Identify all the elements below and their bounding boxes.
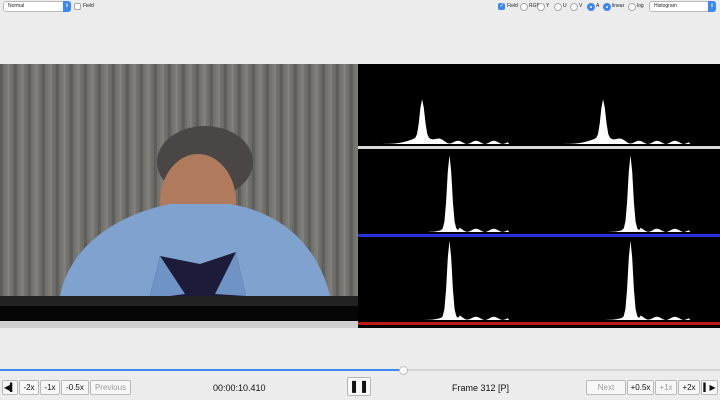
timecode: 00:00:10.410 bbox=[213, 383, 266, 393]
v-radio[interactable] bbox=[570, 3, 578, 11]
y-label: Y bbox=[546, 3, 550, 9]
rgb-radio[interactable] bbox=[520, 3, 528, 11]
histogram-red-4 bbox=[364, 240, 535, 320]
step-back-button[interactable]: ◀▍ bbox=[2, 380, 18, 395]
histogram-red-5 bbox=[545, 240, 716, 320]
speed-plus-half-button[interactable]: +0.5x bbox=[627, 380, 654, 395]
u-radio[interactable] bbox=[554, 3, 562, 11]
histogram-scale-bar bbox=[539, 146, 720, 149]
speed-minus-1x-button[interactable]: -1x bbox=[40, 380, 60, 395]
histogram-grid bbox=[358, 99, 720, 325]
field-label-right: Field bbox=[507, 3, 518, 9]
previous-button[interactable]: Previous bbox=[90, 380, 131, 395]
chevron-updown-icon: ⇕ bbox=[63, 1, 71, 12]
timeline-handle[interactable] bbox=[399, 366, 409, 375]
speed-plus-2x-button[interactable]: +2x bbox=[678, 380, 700, 395]
step-forward-button[interactable]: ▍▶ bbox=[701, 380, 718, 395]
pause-button[interactable]: ❚❚ bbox=[347, 377, 371, 396]
pause-icon: ❚❚ bbox=[348, 379, 370, 393]
histogram-luma-1 bbox=[545, 99, 716, 144]
timeline-track[interactable] bbox=[0, 369, 720, 371]
linear-radio[interactable] bbox=[603, 3, 611, 11]
display-mode-value: Normal bbox=[8, 3, 25, 9]
frame-number: Frame 312 [P] bbox=[452, 383, 510, 393]
video-image bbox=[0, 64, 358, 328]
a-label: A bbox=[596, 3, 600, 9]
field-checkbox-right[interactable] bbox=[498, 2, 505, 10]
next-button[interactable]: Next bbox=[586, 380, 626, 395]
step-back-icon: ◀▍ bbox=[3, 383, 17, 392]
player-window: { "toolbar": { "mode_select": "Normal", … bbox=[0, 0, 720, 400]
video-frame[interactable] bbox=[0, 64, 358, 328]
field-checkbox-left[interactable] bbox=[74, 3, 81, 10]
u-label: U bbox=[563, 3, 567, 9]
log-radio[interactable] bbox=[628, 3, 636, 11]
view-select-value: Histogram bbox=[654, 3, 677, 9]
speed-plus-1x-button[interactable]: +1x bbox=[655, 380, 677, 395]
histogram-blue-3 bbox=[545, 155, 716, 232]
histogram-scale-bar bbox=[358, 234, 539, 237]
field-label-left: Field bbox=[83, 3, 94, 9]
display-mode-select[interactable]: Normal ⇕ bbox=[3, 1, 71, 12]
histogram-panel bbox=[358, 64, 720, 328]
histogram-scale-bar bbox=[539, 322, 720, 325]
view-select[interactable]: Histogram ⇕ bbox=[649, 1, 716, 12]
linear-label: linear bbox=[612, 3, 625, 9]
histogram-scale-bar bbox=[539, 234, 720, 237]
histogram-blue-2 bbox=[364, 155, 535, 232]
y-radio[interactable] bbox=[537, 3, 545, 11]
histogram-scale-bar bbox=[358, 146, 539, 149]
log-label: log bbox=[637, 3, 644, 9]
timeline-progress bbox=[0, 369, 404, 371]
speed-minus-half-button[interactable]: -0.5x bbox=[61, 380, 89, 395]
histogram-luma-0 bbox=[364, 99, 535, 144]
histogram-scale-bar bbox=[358, 322, 539, 325]
a-radio[interactable] bbox=[587, 3, 595, 11]
v-label: V bbox=[579, 3, 583, 9]
step-forward-icon: ▍▶ bbox=[703, 383, 716, 392]
speed-minus-2x-button[interactable]: -2x bbox=[19, 380, 39, 395]
chevron-updown-icon: ⇕ bbox=[708, 1, 716, 12]
